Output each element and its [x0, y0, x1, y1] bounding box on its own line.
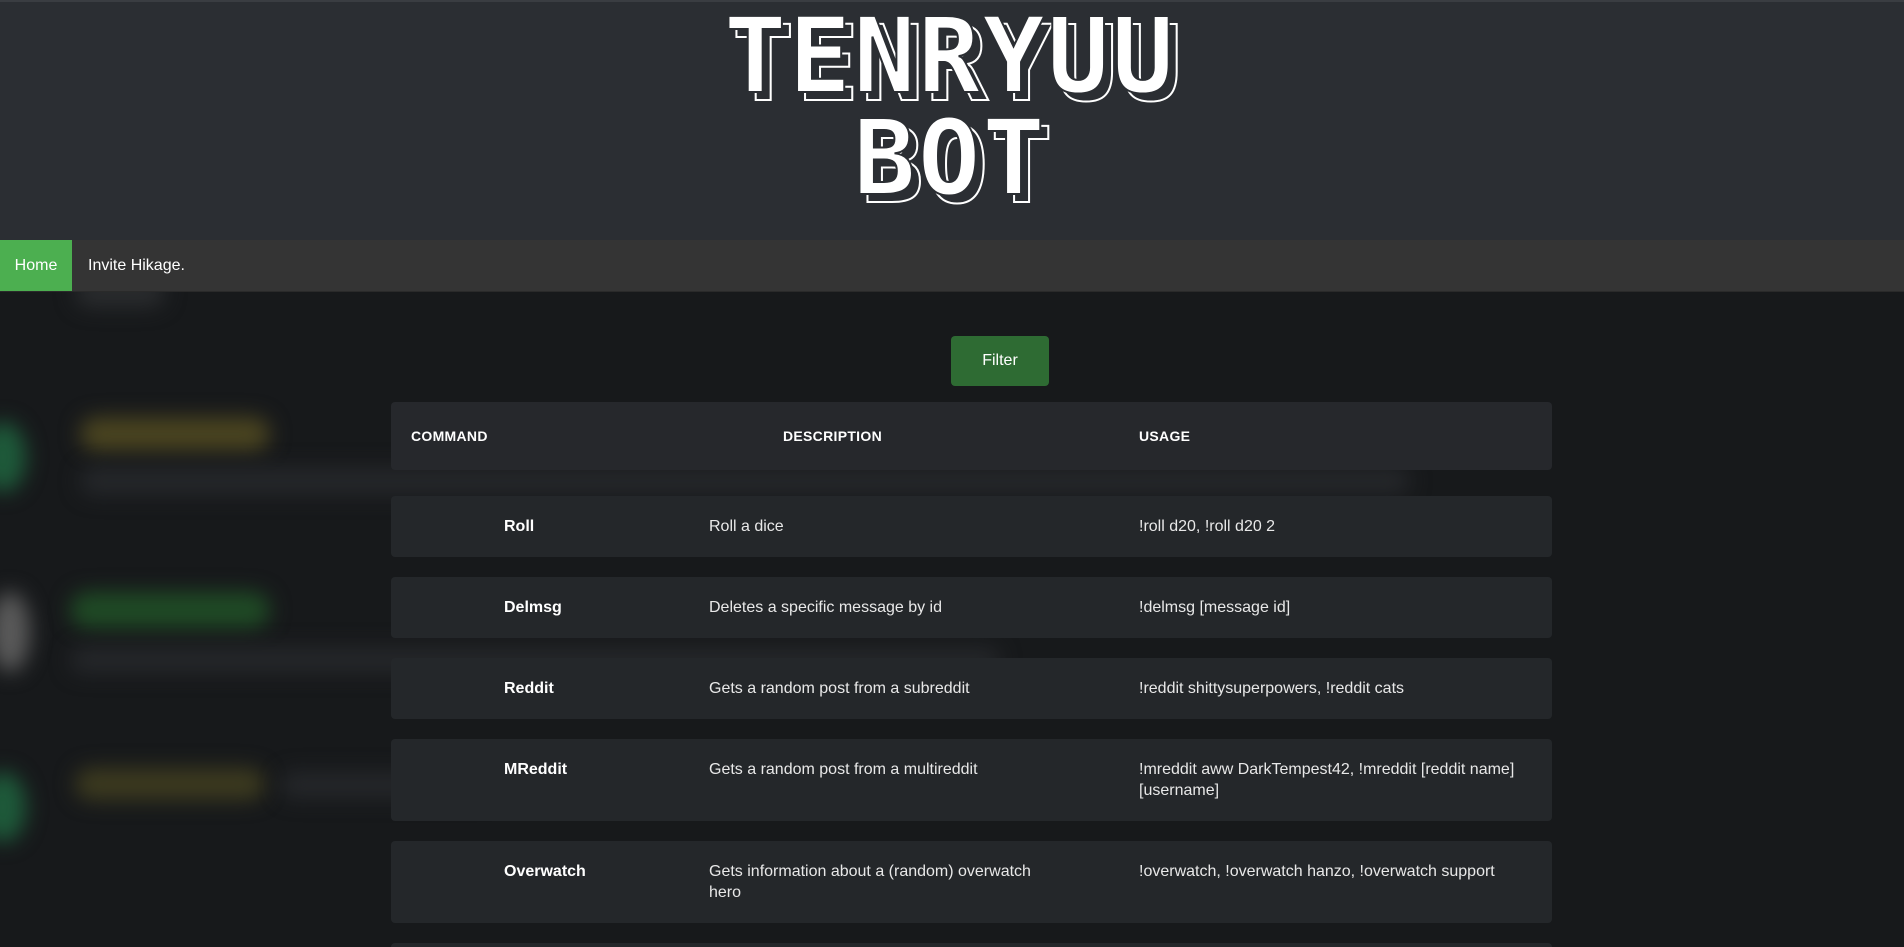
- site-header: TENRYUU BOT TENRYUU BOT: [0, 0, 1904, 240]
- page: TENRYUU BOT TENRYUU BOT Home Invite Hika…: [0, 0, 1904, 947]
- nav-invite-link[interactable]: Invite Hikage.: [88, 240, 185, 291]
- command-description: Gets a random post from a multireddit: [709, 761, 978, 778]
- column-header-usage: USAGE: [1139, 428, 1191, 444]
- command-name: Overwatch: [504, 863, 586, 880]
- navbar: Home Invite Hikage.: [0, 240, 1904, 292]
- command-name: Delmsg: [504, 599, 562, 616]
- command-row-mreddit: MReddit Gets a random post from a multir…: [391, 739, 1552, 821]
- command-name: Reddit: [504, 680, 554, 697]
- command-name: Roll: [504, 518, 535, 535]
- column-header-description: DESCRIPTION: [783, 428, 882, 444]
- command-row-roll: Roll Roll a dice !roll d20, !roll d20 2: [391, 496, 1552, 557]
- command-description: Gets a random post from a subreddit: [709, 680, 970, 697]
- command-row-reddit: Reddit Gets a random post from a subredd…: [391, 658, 1552, 719]
- command-usage: !delmsg [message id]: [1139, 599, 1291, 616]
- command-usage: !reddit shittysuperpowers, !reddit cats: [1139, 680, 1405, 697]
- nav-home-link[interactable]: Home: [0, 240, 72, 291]
- commands-table-header: COMMAND DESCRIPTION USAGE: [391, 402, 1552, 470]
- command-usage: !mreddit aww DarkTempest42, !mreddit [re…: [1139, 761, 1515, 799]
- site-logo: TENRYUU BOT TENRYUU BOT: [0, 4, 1904, 210]
- command-description: Gets information about a (random) overwa…: [709, 863, 1031, 901]
- command-row-partial: [391, 943, 1552, 947]
- command-usage: !overwatch, !overwatch hanzo, !overwatch…: [1139, 863, 1495, 880]
- command-row-overwatch: Overwatch Gets information about a (rand…: [391, 841, 1552, 923]
- command-name: MReddit: [504, 761, 568, 778]
- filter-button[interactable]: Filter: [951, 336, 1049, 386]
- logo-line2: BOT: [853, 97, 1047, 210]
- command-description: Roll a dice: [709, 518, 784, 535]
- column-header-command: COMMAND: [411, 428, 488, 444]
- command-usage: !roll d20, !roll d20 2: [1139, 518, 1276, 535]
- command-row-delmsg: Delmsg Deletes a specific message by id …: [391, 577, 1552, 638]
- command-description: Deletes a specific message by id: [709, 599, 942, 616]
